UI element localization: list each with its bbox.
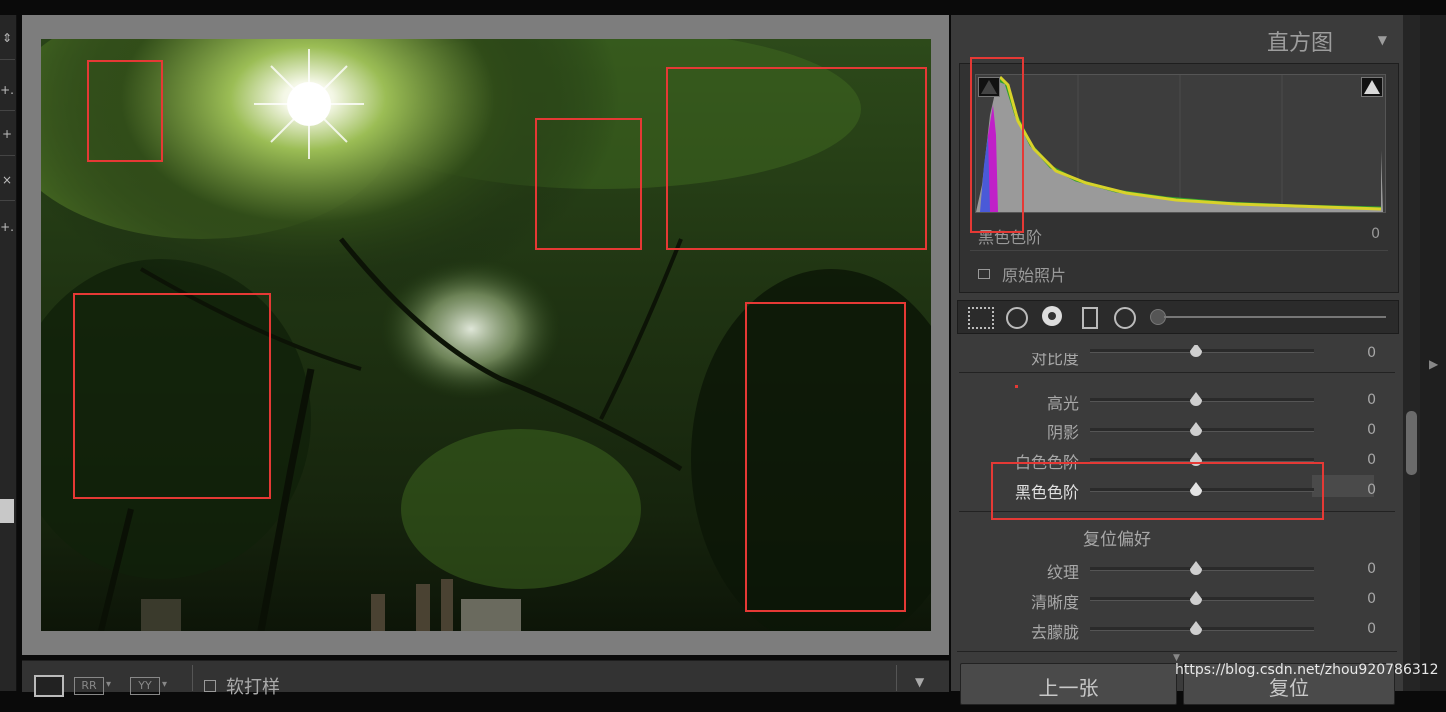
dehaze-slider[interactable] (1090, 627, 1314, 631)
highlight-box (73, 293, 271, 499)
clarity-knob[interactable] (1190, 590, 1202, 605)
blacks-value: 0 (1367, 482, 1376, 498)
dehaze-knob[interactable] (1190, 620, 1202, 635)
divider (959, 372, 1395, 373)
bottom-toolbar: RR ▾ YY ▾ 软打样 ▼ (22, 660, 949, 698)
loupe-view-icon[interactable] (34, 675, 64, 697)
yy-compare-icon[interactable]: YY (130, 677, 160, 695)
spot-removal-icon[interactable] (1006, 307, 1028, 329)
brush-size-slider[interactable] (1164, 316, 1386, 318)
close-icon[interactable]: × (0, 173, 14, 187)
divider (192, 665, 193, 691)
histogram-panel: 黑色色阶 0 原始照片 (959, 63, 1399, 293)
chevron-down-icon[interactable]: ▾ (162, 679, 167, 690)
clarity-label: 清晰度 (1030, 593, 1079, 612)
highlights-label: 高光 (1046, 394, 1079, 413)
contrast-knob[interactable] (1190, 345, 1202, 357)
histogram-title[interactable]: 直方图 (1267, 25, 1333, 57)
highlight-box (666, 67, 927, 250)
original-photo-label: 原始照片 (1002, 266, 1067, 285)
highlight-box (87, 60, 163, 162)
develop-right-panel: 直方图 ▼ 黑色色阶 0 原始照片 对比度 0 高光 0 阴影 0 白色色阶 0… (951, 15, 1403, 705)
image-canvas[interactable] (22, 15, 949, 655)
highlights-knob[interactable] (1190, 391, 1202, 406)
radial-filter-icon[interactable] (1114, 307, 1136, 329)
contrast-label: 对比度 (1030, 349, 1079, 368)
highlight-box (535, 118, 642, 250)
presence-reset-link[interactable]: 复位偏好 (1083, 525, 1151, 550)
shadows-label: 阴影 (1046, 423, 1079, 442)
shadows-slider[interactable] (1090, 428, 1314, 432)
before-after-icon[interactable]: RR (74, 677, 104, 695)
whites-value: 0 (1367, 452, 1376, 468)
soft-proof-label: 软打样 (226, 677, 280, 698)
highlights-slider[interactable] (1090, 398, 1314, 402)
texture-knob[interactable] (1190, 560, 1202, 575)
histogram-plot[interactable] (975, 74, 1386, 213)
divider (0, 155, 15, 156)
crop-tool-icon[interactable] (968, 307, 994, 329)
divider (970, 250, 1388, 251)
dehaze-label: 去朦胧 (1030, 623, 1079, 642)
scrollbar-thumb[interactable] (1406, 411, 1417, 475)
highlights-value: 0 (1367, 392, 1376, 408)
texture-value: 0 (1367, 561, 1376, 577)
right-edge-strip: ▶ (1420, 15, 1446, 691)
clarity-value: 0 (1367, 591, 1376, 607)
previous-button[interactable]: 上一张 (960, 663, 1177, 705)
texture-slider[interactable] (1090, 567, 1314, 571)
sort-arrows-icon[interactable]: ⇕ (0, 31, 14, 45)
shadows-value: 0 (1367, 422, 1376, 438)
contrast-slider[interactable] (1090, 349, 1314, 353)
highlight-box (991, 462, 1324, 520)
graduated-filter-icon[interactable] (1082, 307, 1098, 329)
divider (0, 200, 15, 201)
dehaze-value: 0 (1367, 621, 1376, 637)
contrast-value: 0 (1367, 345, 1376, 361)
left-tool-strip: ⇕ +. + × +. (0, 15, 17, 691)
highlight-box (745, 302, 906, 612)
left-panel-tab[interactable] (0, 499, 14, 523)
divider (896, 665, 897, 691)
texture-label: 纹理 (1046, 563, 1079, 582)
soft-proof-checkbox[interactable] (204, 680, 216, 692)
clarity-slider[interactable] (1090, 597, 1314, 601)
tool-strip (957, 300, 1399, 334)
original-photo-checkbox[interactable] (978, 269, 990, 279)
add-snapshot-icon[interactable]: +. (0, 220, 14, 234)
shadows-knob[interactable] (1190, 421, 1202, 436)
red-eye-icon[interactable] (1042, 306, 1062, 326)
divider (957, 651, 1397, 652)
highlight-clipping-icon[interactable] (1361, 77, 1383, 97)
red-dot (1015, 385, 1018, 388)
divider (0, 59, 15, 60)
histogram-readout-value: 0 (1371, 226, 1380, 242)
forest-photo (41, 39, 931, 631)
histogram-graph (976, 75, 1383, 212)
right-panel-scrollbar[interactable] (1403, 15, 1420, 691)
chevron-down-icon[interactable]: ▾ (106, 679, 111, 690)
add-preset-icon[interactable]: +. (0, 83, 14, 97)
watermark-text: https://blog.csdn.net/zhou920786312 (1175, 662, 1439, 678)
chevron-right-icon[interactable]: ▶ (1429, 357, 1438, 371)
toolbar-menu-icon[interactable]: ▼ (915, 675, 924, 689)
highlight-box (970, 57, 1024, 233)
add-icon[interactable]: + (0, 127, 14, 141)
triangle-down-icon[interactable]: ▼ (1378, 33, 1387, 47)
divider (0, 110, 15, 111)
